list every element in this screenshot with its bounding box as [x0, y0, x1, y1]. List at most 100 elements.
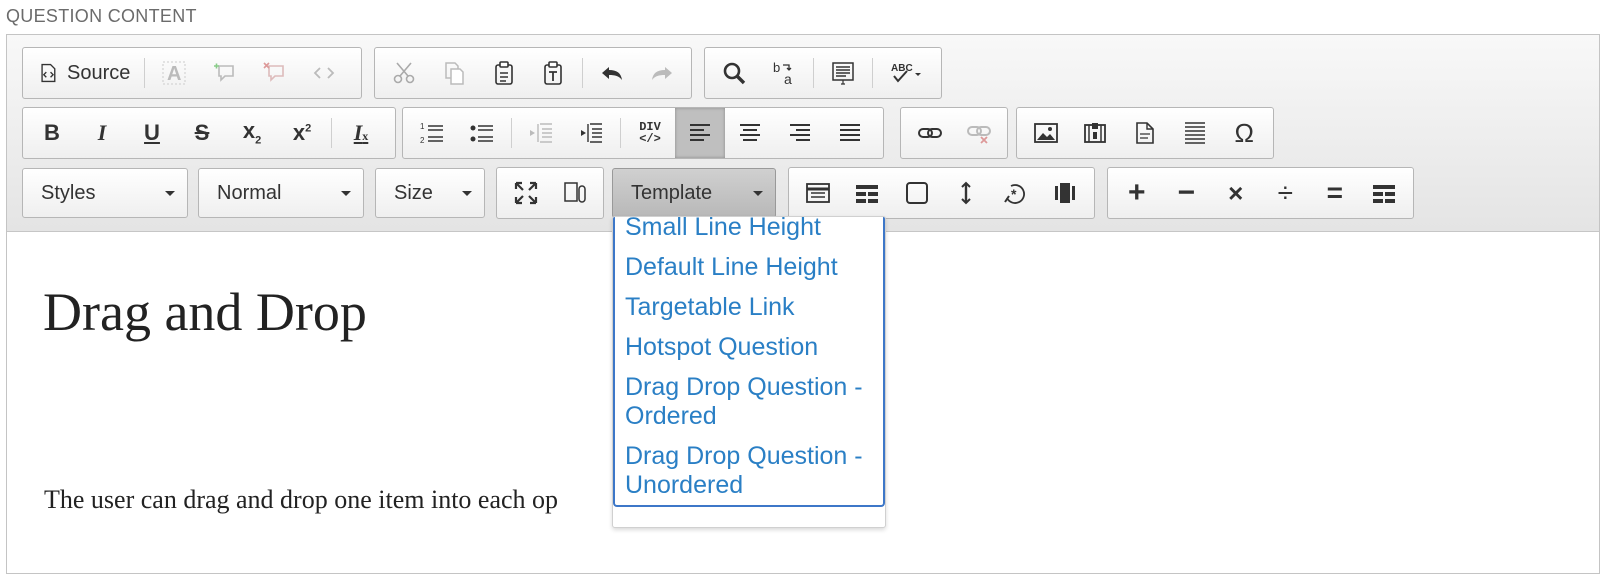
redo-icon — [652, 67, 673, 80]
bold-button[interactable]: B — [27, 108, 77, 158]
chevron-down-icon — [165, 190, 175, 196]
align-center-button[interactable] — [725, 108, 775, 158]
styles-dropdown[interactable]: Styles — [22, 168, 188, 218]
strikethrough-button[interactable]: S — [177, 108, 227, 158]
paste-button[interactable] — [479, 48, 529, 98]
page-break-button[interactable] — [1120, 108, 1170, 158]
horizontal-rule-button[interactable] — [1170, 108, 1220, 158]
format-label: Normal — [217, 181, 282, 204]
svg-text:a: a — [784, 71, 792, 86]
carousel-button[interactable] — [1041, 168, 1091, 218]
size-dropdown[interactable]: Size — [375, 168, 485, 218]
undo-button[interactable] — [587, 48, 637, 98]
template-menu: Small Line Height Default Line Height Ta… — [612, 216, 886, 528]
undo-icon — [602, 67, 623, 80]
link-button[interactable] — [905, 108, 954, 158]
insert-comment-button[interactable] — [199, 48, 249, 98]
editor-toolbar: Source A b a ABC B I U S x2 x2 Ix 1 2 DI… — [7, 35, 1599, 232]
remove-comment-button[interactable] — [249, 48, 299, 98]
equals-button[interactable]: = — [1310, 168, 1360, 218]
accessibility-icon: A — [162, 61, 186, 85]
separator — [144, 58, 146, 88]
square-icon — [905, 182, 928, 204]
paste-text-icon — [544, 61, 563, 85]
unlink-button[interactable] — [954, 108, 1003, 158]
document-heading: Drag and Drop — [43, 282, 367, 342]
remove-format-icon: Ix — [353, 120, 369, 145]
image-button[interactable] — [1021, 108, 1071, 158]
flash-button[interactable] — [1071, 108, 1121, 158]
div-icon: DIV </> — [639, 120, 661, 146]
special-character-button[interactable]: Ω — [1219, 108, 1269, 158]
chevron-down-icon — [753, 190, 763, 196]
line-height-button[interactable] — [942, 168, 992, 218]
template-option-drag-drop-ordered[interactable]: Drag Drop Question - Ordered — [625, 369, 877, 438]
source-button[interactable]: Source — [27, 48, 140, 98]
paste-icon — [494, 61, 513, 85]
italic-button[interactable]: I — [77, 108, 127, 158]
select-all-button[interactable] — [818, 48, 868, 98]
chevron-down-icon — [462, 190, 472, 196]
subscript-icon: x2 — [242, 117, 262, 147]
align-justify-icon — [840, 124, 860, 141]
multiply-button[interactable]: × — [1211, 168, 1261, 218]
maximize-button[interactable] — [501, 168, 550, 218]
numbered-list-icon: 12 — [420, 122, 443, 145]
replace-button[interactable]: ba — [759, 48, 809, 98]
template-option-small-line-height[interactable]: Small Line Height — [625, 217, 877, 249]
align-left-button[interactable] — [675, 108, 725, 158]
template-option-drag-drop-unordered[interactable]: Drag Drop Question - Unordered — [625, 438, 877, 507]
bulleted-list-icon — [470, 125, 493, 142]
box-button[interactable] — [892, 168, 942, 218]
underline-button[interactable]: U — [127, 108, 177, 158]
subscript-button[interactable]: x2 — [227, 108, 277, 158]
accessibility-button[interactable]: A — [149, 48, 199, 98]
separator — [582, 58, 584, 88]
bulleted-list-button[interactable] — [457, 108, 507, 158]
copy-icon — [444, 62, 464, 85]
table-button[interactable] — [793, 168, 843, 218]
svg-text:*: * — [1011, 186, 1017, 202]
superscript-button[interactable]: x2 — [277, 108, 327, 158]
increase-indent-button[interactable] — [566, 108, 616, 158]
numbered-list-button[interactable]: 12 — [407, 108, 457, 158]
remove-format-button[interactable]: Ix — [336, 108, 386, 158]
find-button[interactable] — [709, 48, 759, 98]
film-icon — [1084, 123, 1107, 143]
copy-button[interactable] — [429, 48, 479, 98]
columns-button[interactable] — [843, 168, 893, 218]
hotspot-button[interactable]: * — [991, 168, 1041, 218]
show-blocks-button[interactable] — [550, 168, 599, 218]
create-div-button[interactable]: DIV </> — [625, 108, 675, 158]
format-dropdown[interactable]: Normal — [198, 168, 364, 218]
horizontal-rule-icon — [1184, 122, 1205, 144]
minus-button[interactable]: − — [1162, 168, 1212, 218]
svg-text:b: b — [773, 60, 780, 75]
template-option-hotspot-question[interactable]: Hotspot Question — [625, 329, 877, 369]
spellcheck-button[interactable]: ABC — [877, 48, 937, 98]
equals-icon: = — [1326, 177, 1343, 208]
math-group: + − × ÷ = — [1107, 167, 1414, 219]
decrease-indent-button[interactable] — [516, 108, 566, 158]
document-icon — [1136, 122, 1154, 144]
plus-button[interactable]: + — [1112, 168, 1162, 218]
redo-button[interactable] — [637, 48, 687, 98]
separator — [813, 58, 814, 88]
template-option-default-line-height[interactable]: Default Line Height — [625, 249, 877, 289]
cut-button[interactable] — [379, 48, 429, 98]
grid-icon — [1373, 185, 1396, 203]
template-dropdown[interactable]: Template — [612, 168, 776, 218]
justify-button[interactable] — [825, 108, 875, 158]
paragraph-group: 12 DIV </> — [402, 107, 884, 159]
divide-button[interactable]: ÷ — [1261, 168, 1311, 218]
scissors-icon — [393, 62, 415, 84]
align-right-button[interactable] — [775, 108, 825, 158]
basic-styles-group: B I U S x2 x2 Ix — [22, 107, 396, 159]
template-option-targetable-link[interactable]: Targetable Link — [625, 289, 877, 329]
unlink-icon — [966, 126, 991, 144]
code-snippet-button[interactable] — [299, 48, 349, 98]
minus-icon: − — [1177, 176, 1196, 209]
align-center-icon — [740, 124, 760, 141]
paste-text-button[interactable] — [528, 48, 578, 98]
math-table-button[interactable] — [1360, 168, 1410, 218]
